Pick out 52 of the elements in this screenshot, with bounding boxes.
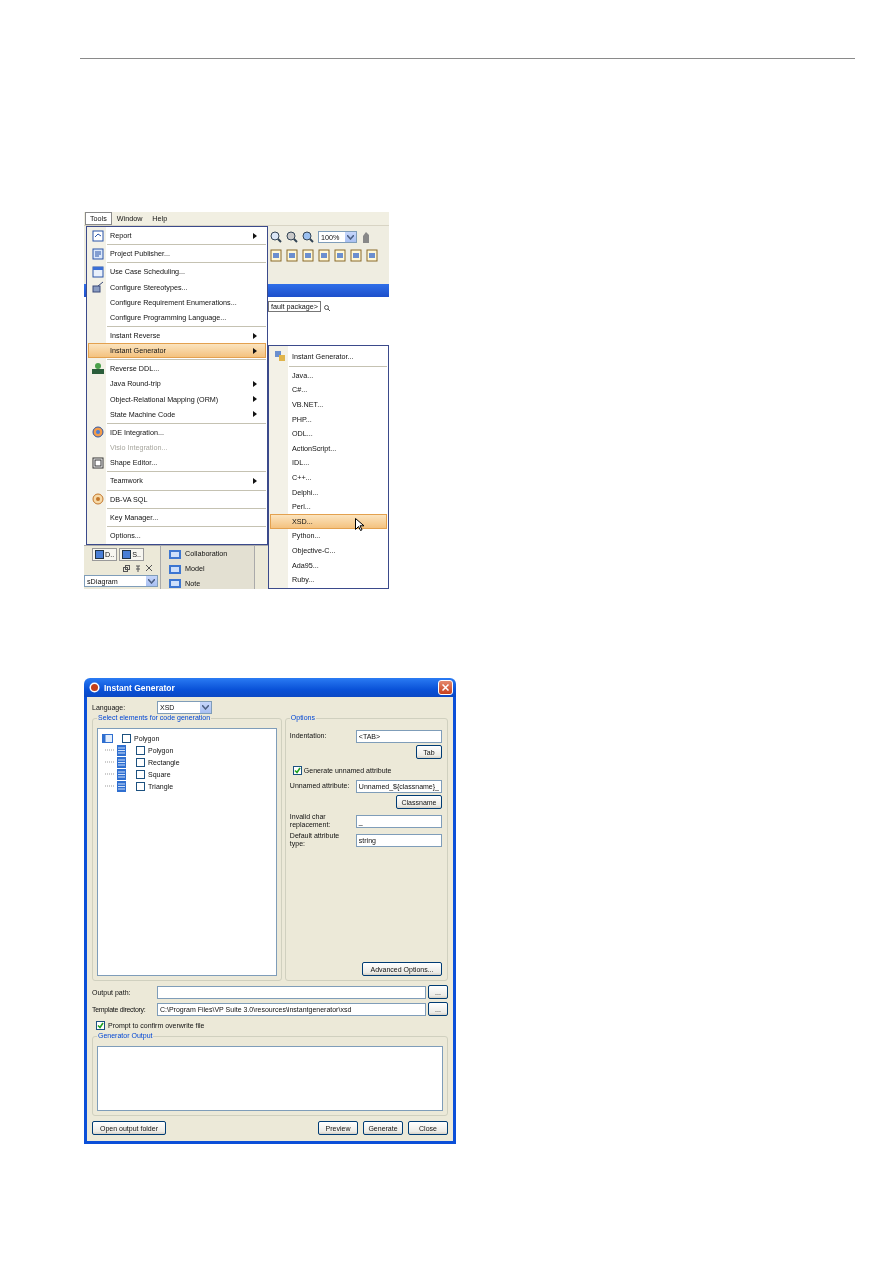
caret-icon [148, 578, 155, 584]
checkbox[interactable] [136, 769, 145, 779]
pin-icon[interactable] [135, 564, 141, 572]
close-button[interactable] [438, 680, 453, 695]
class-icon [117, 780, 126, 792]
checkbox[interactable] [292, 765, 302, 775]
magnifier-icon[interactable] [286, 231, 298, 243]
checkbox[interactable] [136, 757, 145, 767]
submenu-arrow-icon [253, 332, 257, 339]
folder-icon [169, 548, 181, 559]
folder-icon [169, 578, 181, 589]
folder-icon [169, 563, 181, 574]
class-icon [117, 768, 126, 780]
class-icon [117, 744, 126, 756]
submenu-arrow-icon [253, 411, 257, 418]
document-icon[interactable] [318, 248, 330, 262]
window-title: Instant Generator [104, 682, 176, 693]
document-icon[interactable] [286, 248, 298, 262]
checkbox[interactable] [136, 745, 145, 755]
submenu-arrow-icon [253, 232, 257, 239]
tree-connector [105, 785, 114, 787]
close-icon[interactable] [146, 565, 152, 571]
checkbox[interactable] [96, 1020, 105, 1030]
caret-icon [202, 705, 209, 710]
checkbox[interactable] [122, 733, 131, 743]
document-icon[interactable] [302, 248, 314, 262]
cursor-icon [355, 518, 364, 531]
tree-connector [105, 749, 114, 751]
magnifier-icon[interactable] [323, 305, 330, 311]
submenu-arrow-icon [253, 477, 257, 484]
tree-connector [105, 761, 114, 763]
submenu-arrow-icon [253, 347, 257, 354]
submenu-arrow-icon [253, 396, 257, 403]
tree-connector [105, 773, 114, 775]
diagram-icon [122, 550, 132, 559]
document-icon[interactable] [350, 248, 362, 262]
class-icon [117, 756, 126, 768]
close-icon [442, 684, 449, 691]
text-field[interactable] [157, 985, 426, 999]
package-icon [102, 733, 113, 743]
diagram-icon [95, 550, 104, 559]
submenu-arrow-icon [253, 381, 257, 387]
restore-icon[interactable] [123, 564, 130, 572]
magnifier-icon[interactable] [270, 231, 282, 243]
document-icon[interactable] [334, 248, 346, 262]
magnifier-icon[interactable] [302, 231, 314, 243]
document-icon[interactable] [270, 248, 282, 262]
document-icon[interactable] [366, 248, 378, 262]
caret-icon [347, 234, 354, 240]
output-area[interactable] [97, 1046, 443, 1111]
app-logo-icon [89, 682, 100, 693]
checkbox[interactable] [136, 781, 145, 791]
